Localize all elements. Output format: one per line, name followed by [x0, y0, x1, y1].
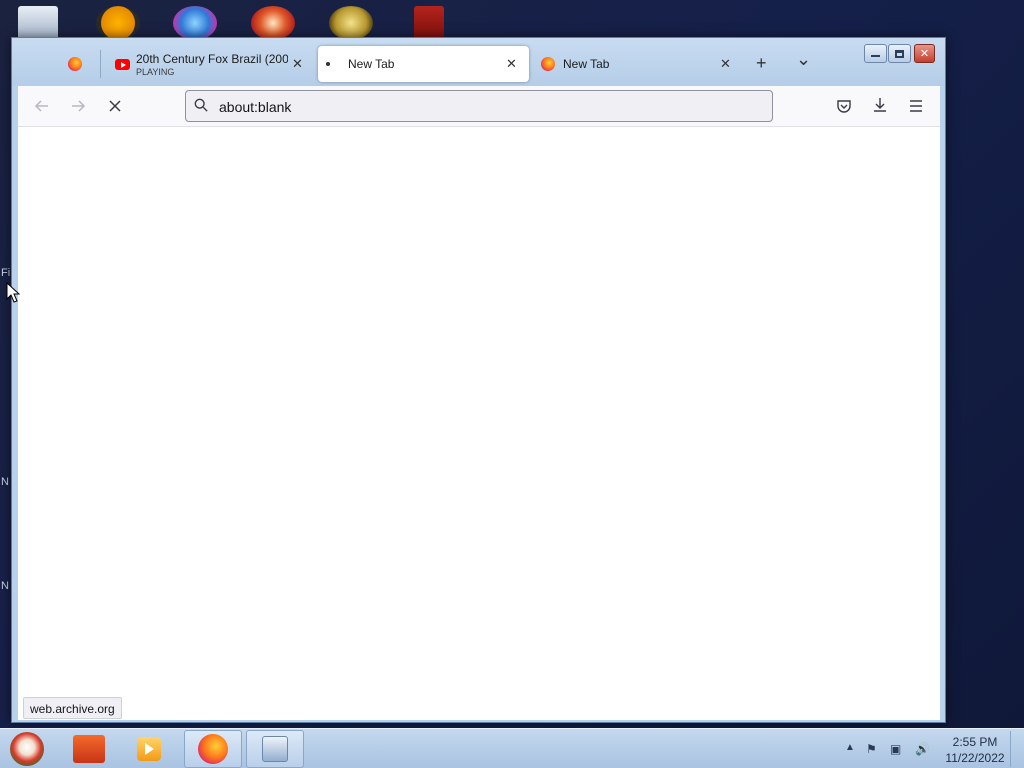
- search-icon: [194, 98, 208, 112]
- firefox-view-button[interactable]: [68, 46, 90, 82]
- desktop-label-fragment: N: [1, 476, 9, 488]
- tab-youtube[interactable]: 20th Century Fox Brazil (2001 PLAYING ✕: [111, 46, 311, 82]
- hamburger-menu-icon[interactable]: [908, 98, 924, 114]
- taskbar-media-player[interactable]: [120, 730, 178, 768]
- close-icon: ✕: [919, 48, 930, 60]
- aimp-app-icon[interactable]: [96, 6, 140, 40]
- start-orb-icon: [10, 732, 44, 766]
- clock-time: 2:55 PM: [952, 735, 998, 749]
- tab-title: 20th Century Fox Brazil (2001: [136, 51, 288, 66]
- stop-loading-icon[interactable]: [107, 98, 123, 114]
- navigation-toolbar: about:blank: [18, 86, 940, 126]
- taskbar-file-explorer[interactable]: [60, 730, 118, 768]
- show-desktop-button[interactable]: [1010, 731, 1022, 767]
- pocket-icon[interactable]: [836, 98, 852, 114]
- folder-icon: [73, 735, 105, 763]
- action-center-flag-icon[interactable]: ⚑: [866, 742, 877, 756]
- address-bar-text[interactable]: about:blank: [219, 99, 291, 115]
- flash-player-icon[interactable]: [414, 6, 444, 40]
- volume-icon[interactable]: 🔊: [915, 742, 930, 756]
- forward-arrow-icon[interactable]: [70, 98, 86, 114]
- status-link-preview: web.archive.org: [23, 697, 122, 719]
- tab-strip: 20th Century Fox Brazil (2001 PLAYING ✕ …: [12, 38, 945, 86]
- back-arrow-icon[interactable]: [34, 98, 50, 114]
- clock-date: 11/22/2022: [945, 751, 1005, 765]
- mouse-cursor-icon: [6, 282, 20, 303]
- minimize-icon: [871, 55, 880, 57]
- tab-separator: [100, 50, 101, 78]
- diamond-app-icon[interactable]: [173, 6, 217, 40]
- tab-new-tab-active[interactable]: New Tab ✕: [318, 46, 529, 82]
- show-hidden-icons-icon[interactable]: ▲: [845, 742, 855, 753]
- browser-window: 20th Century Fox Brazil (2001 PLAYING ✕ …: [11, 37, 946, 723]
- app-window-icon: [262, 736, 288, 762]
- taskbar-notepad-app[interactable]: [246, 730, 304, 768]
- tab-title: New Tab: [348, 57, 395, 71]
- maximize-button[interactable]: [888, 44, 911, 63]
- gold-sword-app-icon[interactable]: [329, 6, 373, 40]
- system-clock[interactable]: 2:55 PM 11/22/2022: [942, 734, 1008, 766]
- new-tab-button[interactable]: +: [756, 53, 767, 74]
- firefox-icon: [198, 734, 228, 764]
- taskbar-firefox[interactable]: [184, 730, 242, 768]
- tab-title: New Tab: [563, 57, 610, 71]
- address-bar[interactable]: about:blank: [185, 90, 773, 122]
- loading-dot-icon: [326, 62, 330, 66]
- start-button[interactable]: [0, 730, 54, 768]
- recycle-bin-icon[interactable]: [18, 6, 58, 40]
- page-content[interactable]: web.archive.org: [18, 126, 940, 720]
- firefox-icon: [68, 57, 82, 71]
- downloads-icon[interactable]: [872, 97, 888, 113]
- firefox-icon: [541, 57, 555, 71]
- youtube-icon: [115, 58, 130, 70]
- desktop-label-fragment: N: [1, 580, 9, 592]
- taskbar: ▲ ⚑ ▣ 🔊 2:55 PM 11/22/2022: [0, 728, 1024, 768]
- close-window-button[interactable]: ✕: [914, 44, 935, 63]
- tab-new-tab[interactable]: New Tab ✕: [539, 46, 739, 82]
- play-icon: [145, 743, 154, 755]
- red-p-app-icon[interactable]: [251, 6, 295, 40]
- close-tab-icon[interactable]: ✕: [720, 56, 731, 72]
- minimize-button[interactable]: [864, 44, 887, 63]
- close-tab-icon[interactable]: ✕: [292, 56, 303, 72]
- maximize-icon: [895, 49, 904, 58]
- desktop-label-fragment: Fi: [1, 267, 11, 279]
- close-tab-icon[interactable]: ✕: [506, 56, 517, 72]
- media-player-icon: [137, 737, 161, 761]
- list-all-tabs-button[interactable]: ⌄: [796, 49, 811, 70]
- tab-playing-label: PLAYING: [136, 66, 175, 77]
- network-icon[interactable]: ▣: [890, 742, 901, 756]
